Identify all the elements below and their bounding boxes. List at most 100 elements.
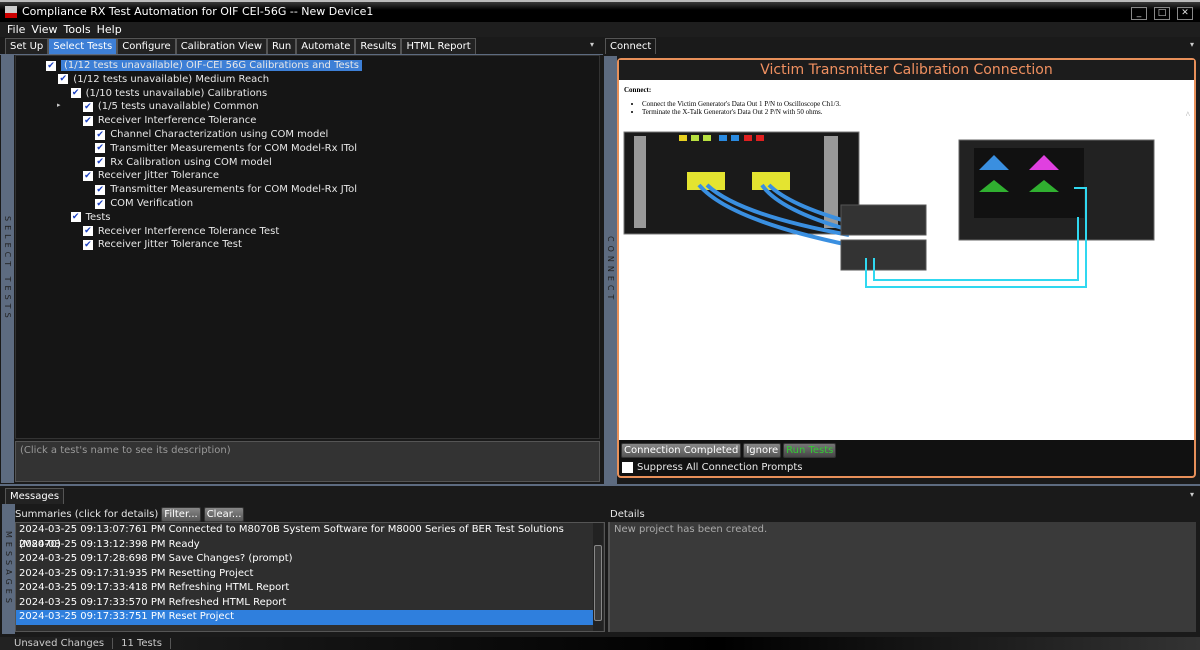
tree-item[interactable]: ✔ COM Verification — [95, 197, 193, 210]
tree-item-label: Receiver Interference Tolerance Test — [98, 226, 279, 237]
tree-checkbox[interactable]: ✔ — [95, 130, 105, 140]
tree-checkbox[interactable]: ✔ — [83, 102, 93, 112]
message-item[interactable]: 2024-03-25 09:13:12:398 PM Ready — [16, 538, 594, 553]
summaries-header: Summaries (click for details) Filter... … — [15, 507, 244, 522]
tab-messages[interactable]: Messages — [5, 488, 64, 504]
maximize-icon[interactable]: □ — [1154, 7, 1170, 20]
tree-checkbox[interactable]: ✔ — [95, 199, 105, 209]
tab-setup[interactable]: Set Up — [5, 38, 48, 54]
main-tabs: Set Up Select Tests Configure Calibratio… — [5, 38, 476, 54]
tree-checkbox[interactable]: ✔ — [83, 240, 93, 250]
tree-item-label: (1/12 tests unavailable) Medium Reach — [73, 74, 269, 85]
tree-checkbox[interactable]: ✔ — [83, 226, 93, 236]
menu-tools[interactable]: Tools — [64, 22, 91, 37]
status-bar: Unsaved Changes11 Tests — [0, 637, 1200, 650]
tree-checkbox[interactable]: ✔ — [58, 74, 68, 84]
tab-automate[interactable]: Automate — [296, 38, 355, 54]
message-item[interactable]: 2024-03-25 09:17:33:418 PM Refreshing HT… — [16, 581, 594, 596]
tabs-dropdown-icon[interactable]: ▾ — [590, 40, 594, 49]
tree-item-label: Receiver Jitter Tolerance — [98, 170, 219, 181]
tree-item[interactable]: ✔ Channel Characterization using COM mode… — [95, 128, 328, 141]
tree-checkbox[interactable]: ✔ — [95, 143, 105, 153]
details-label: Details — [610, 509, 645, 520]
app-icon — [5, 6, 17, 18]
bert-chassis — [624, 132, 859, 234]
scroll-up-icon[interactable]: ^ — [1186, 110, 1190, 120]
messages-dropdown-icon[interactable]: ▾ — [1190, 490, 1194, 499]
tree-item-label: Receiver Interference Tolerance — [98, 115, 256, 126]
tree-item[interactable]: ✔ (1/10 tests unavailable) Calibrations — [71, 87, 268, 100]
test-tree: ✔ (1/12 tests unavailable) OIF-CEI 56G Ca… — [15, 55, 600, 439]
tree-item-label: (1/5 tests unavailable) Common — [98, 101, 259, 112]
title-bar: Compliance RX Test Automation for OIF CE… — [0, 0, 1200, 22]
tab-configure[interactable]: Configure — [117, 38, 175, 54]
message-item[interactable]: 2024-03-25 09:17:28:698 PM Save Changes?… — [16, 552, 594, 567]
tree-item[interactable]: ✔ Transmitter Measurements for COM Model-… — [95, 142, 357, 155]
connect-dropdown-icon[interactable]: ▾ — [1190, 40, 1194, 49]
tree-item-label: Channel Characterization using COM model — [110, 129, 328, 140]
tab-html-report[interactable]: HTML Report — [401, 38, 475, 54]
tree-checkbox[interactable]: ✔ — [71, 212, 81, 222]
tree-checkbox[interactable]: ✔ — [83, 116, 93, 126]
tree-item-label: Tests — [86, 212, 111, 223]
connect-strip[interactable]: CONNECT — [604, 56, 617, 484]
tree-item-label: Receiver Jitter Tolerance Test — [98, 239, 242, 250]
messages-strip[interactable]: MESSAGES — [2, 504, 15, 634]
tree-item[interactable]: ✔ Receiver Interference Tolerance — [83, 114, 256, 127]
tree-item[interactable]: ✔ Receiver Jitter Tolerance Test — [83, 238, 242, 251]
select-tests-strip[interactable]: SELECT TESTS — [1, 55, 14, 483]
tab-connect[interactable]: Connect — [605, 38, 656, 54]
message-item[interactable]: 2024-03-25 09:17:31:935 PM Resetting Pro… — [16, 567, 594, 582]
test-count-status: 11 Tests — [113, 638, 171, 649]
window-title: Compliance RX Test Automation for OIF CE… — [22, 5, 373, 18]
tree-checkbox[interactable]: ✔ — [95, 185, 105, 195]
message-scrollbar[interactable] — [593, 523, 603, 631]
tree-item[interactable]: ✔ (1/12 tests unavailable) OIF-CEI 56G Ca… — [46, 59, 362, 72]
tree-item[interactable]: ✔ Tests — [71, 211, 111, 224]
tree-item-label: Transmitter Measurements for COM Model-R… — [110, 143, 357, 154]
clear-button[interactable]: Clear... — [204, 507, 245, 522]
menu-view[interactable]: View — [31, 22, 57, 37]
tree-item[interactable]: ✔ Receiver Jitter Tolerance — [83, 169, 219, 182]
menu-file[interactable]: File — [7, 22, 25, 37]
tree-checkbox[interactable]: ✔ — [46, 61, 56, 71]
minimize-icon[interactable]: _ — [1131, 7, 1147, 20]
menu-bar: File View Tools Help — [0, 22, 1200, 37]
suppress-label: Suppress All Connection Prompts — [637, 462, 802, 473]
expand-icon[interactable]: ▸ — [57, 101, 61, 109]
tree-item[interactable]: ✔ Receiver Interference Tolerance Test — [83, 225, 279, 238]
connection-completed-button[interactable]: Connection Completed — [621, 443, 741, 458]
menu-help[interactable]: Help — [97, 22, 122, 37]
tab-results[interactable]: Results — [355, 38, 401, 54]
messages-tabs: Messages — [5, 488, 64, 504]
suppress-row: Suppress All Connection Prompts — [619, 458, 1194, 477]
message-item[interactable]: 2024-03-25 09:17:33:751 PM Reset Project — [16, 610, 594, 625]
tree-item[interactable]: ✔ (1/5 tests unavailable) Common — [83, 100, 259, 113]
close-icon[interactable]: ✕ — [1177, 7, 1193, 20]
tree-item[interactable]: ✔ Rx Calibration using COM model — [95, 156, 272, 169]
tab-run[interactable]: Run — [267, 38, 296, 54]
message-list: 2024-03-25 09:13:07:761 PM Connected to … — [15, 522, 605, 632]
tab-select-tests[interactable]: Select Tests — [48, 38, 117, 54]
tree-item-label: Transmitter Measurements for COM Model-R… — [110, 184, 357, 195]
tree-checkbox[interactable]: ✔ — [83, 171, 93, 181]
tree-item-label: (1/10 tests unavailable) Calibrations — [86, 88, 268, 99]
ignore-button[interactable]: Ignore — [743, 443, 781, 458]
splitter-top — [841, 205, 926, 235]
tab-calibration-view[interactable]: Calibration View — [176, 38, 267, 54]
tree-item-label: COM Verification — [110, 198, 193, 209]
tree-checkbox[interactable]: ✔ — [95, 157, 105, 167]
tree-item[interactable]: ✔ (1/12 tests unavailable) Medium Reach — [58, 73, 269, 86]
filter-button[interactable]: Filter... — [161, 507, 200, 522]
run-tests-button[interactable]: Run Tests — [783, 443, 836, 458]
tree-item-label: Rx Calibration using COM model — [110, 157, 272, 168]
unsaved-changes-status: Unsaved Changes — [6, 638, 113, 649]
details-panel: New project has been created. — [608, 522, 1196, 632]
tree-item[interactable]: ✔ Transmitter Measurements for COM Model-… — [95, 183, 357, 196]
tree-item-label: (1/12 tests unavailable) OIF-CEI 56G Cal… — [61, 60, 362, 71]
suppress-checkbox[interactable] — [622, 462, 633, 473]
test-description: (Click a test's name to see its descript… — [15, 441, 600, 482]
message-item[interactable]: 2024-03-25 09:17:33:570 PM Refreshed HTM… — [16, 596, 594, 611]
message-item[interactable]: 2024-03-25 09:13:07:761 PM Connected to … — [16, 523, 594, 538]
tree-checkbox[interactable]: ✔ — [71, 88, 81, 98]
